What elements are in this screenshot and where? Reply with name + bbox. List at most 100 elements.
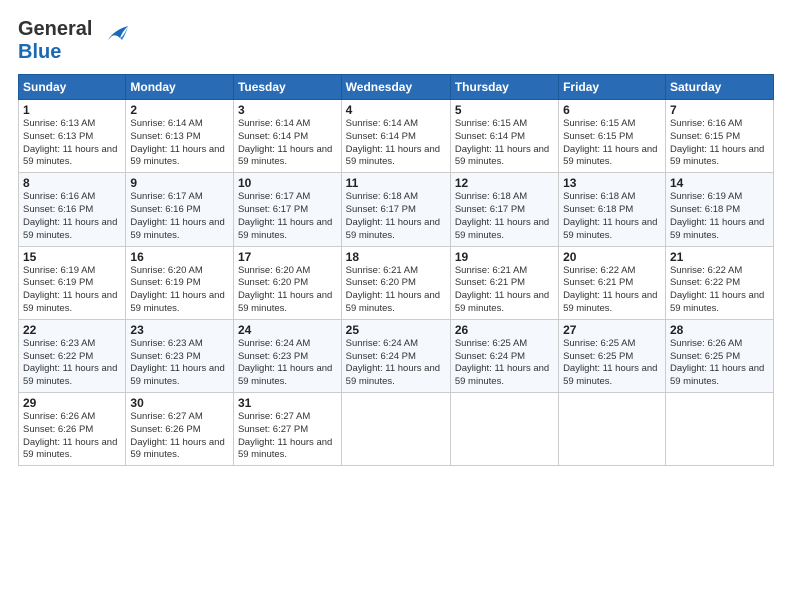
sunrise-label: Sunrise: 6:20 AM [238,265,310,276]
week-row-4: 22 Sunrise: 6:23 AM Sunset: 6:22 PM Dayl… [19,319,774,392]
sunset-label: Sunset: 6:26 PM [130,424,200,435]
sunset-label: Sunset: 6:23 PM [238,351,308,362]
sunset-label: Sunset: 6:19 PM [130,277,200,288]
daylight-label: Daylight: 11 hours and 59 minutes. [238,437,332,461]
sunset-label: Sunset: 6:17 PM [346,204,416,215]
day-number: 31 [238,396,337,410]
calendar-cell: 23 Sunrise: 6:23 AM Sunset: 6:23 PM Dayl… [126,319,234,392]
day-info: Sunrise: 6:15 AM Sunset: 6:14 PM Dayligh… [455,118,554,169]
daylight-label: Daylight: 11 hours and 59 minutes. [346,363,440,387]
day-info: Sunrise: 6:13 AM Sunset: 6:13 PM Dayligh… [23,118,121,169]
daylight-label: Daylight: 11 hours and 59 minutes. [670,217,764,241]
day-info: Sunrise: 6:19 AM Sunset: 6:18 PM Dayligh… [670,191,769,242]
day-number: 6 [563,103,661,117]
sunset-label: Sunset: 6:25 PM [563,351,633,362]
daylight-label: Daylight: 11 hours and 59 minutes. [130,144,224,168]
calendar-cell: 28 Sunrise: 6:26 AM Sunset: 6:25 PM Dayl… [665,319,773,392]
daylight-label: Daylight: 11 hours and 59 minutes. [455,144,549,168]
sunset-label: Sunset: 6:21 PM [455,277,525,288]
calendar-cell: 27 Sunrise: 6:25 AM Sunset: 6:25 PM Dayl… [559,319,666,392]
sunset-label: Sunset: 6:15 PM [670,131,740,142]
day-number: 14 [670,176,769,190]
daylight-label: Daylight: 11 hours and 59 minutes. [563,363,657,387]
daylight-label: Daylight: 11 hours and 59 minutes. [670,144,764,168]
calendar-cell [450,393,558,466]
sunset-label: Sunset: 6:15 PM [563,131,633,142]
day-number: 29 [23,396,121,410]
sunrise-label: Sunrise: 6:15 AM [563,118,635,129]
day-number: 27 [563,323,661,337]
sunset-label: Sunset: 6:20 PM [346,277,416,288]
sunset-label: Sunset: 6:16 PM [130,204,200,215]
calendar-cell: 7 Sunrise: 6:16 AM Sunset: 6:15 PM Dayli… [665,100,773,173]
sunrise-label: Sunrise: 6:24 AM [346,338,418,349]
sunrise-label: Sunrise: 6:22 AM [670,265,742,276]
sunrise-label: Sunrise: 6:19 AM [23,265,95,276]
sunset-label: Sunset: 6:18 PM [670,204,740,215]
calendar-cell: 16 Sunrise: 6:20 AM Sunset: 6:19 PM Dayl… [126,246,234,319]
calendar-cell: 14 Sunrise: 6:19 AM Sunset: 6:18 PM Dayl… [665,173,773,246]
day-number: 16 [130,250,229,264]
day-number: 25 [346,323,446,337]
sunset-label: Sunset: 6:24 PM [346,351,416,362]
day-of-week-header-row: SundayMondayTuesdayWednesdayThursdayFrid… [19,75,774,100]
daylight-label: Daylight: 11 hours and 59 minutes. [238,363,332,387]
sunset-label: Sunset: 6:25 PM [670,351,740,362]
sunset-label: Sunset: 6:19 PM [23,277,93,288]
day-number: 23 [130,323,229,337]
daylight-label: Daylight: 11 hours and 59 minutes. [670,363,764,387]
day-info: Sunrise: 6:22 AM Sunset: 6:22 PM Dayligh… [670,265,769,316]
sunrise-label: Sunrise: 6:23 AM [23,338,95,349]
sunset-label: Sunset: 6:14 PM [238,131,308,142]
day-info: Sunrise: 6:19 AM Sunset: 6:19 PM Dayligh… [23,265,121,316]
calendar-cell: 31 Sunrise: 6:27 AM Sunset: 6:27 PM Dayl… [233,393,341,466]
daylight-label: Daylight: 11 hours and 59 minutes. [130,437,224,461]
calendar-cell: 5 Sunrise: 6:15 AM Sunset: 6:14 PM Dayli… [450,100,558,173]
daylight-label: Daylight: 11 hours and 59 minutes. [23,217,117,241]
logo-general: General [18,18,92,40]
calendar-cell: 9 Sunrise: 6:17 AM Sunset: 6:16 PM Dayli… [126,173,234,246]
day-number: 17 [238,250,337,264]
day-number: 22 [23,323,121,337]
calendar-cell: 24 Sunrise: 6:24 AM Sunset: 6:23 PM Dayl… [233,319,341,392]
sunrise-label: Sunrise: 6:13 AM [23,118,95,129]
day-info: Sunrise: 6:26 AM Sunset: 6:26 PM Dayligh… [23,411,121,462]
sunrise-label: Sunrise: 6:27 AM [238,411,310,422]
day-info: Sunrise: 6:26 AM Sunset: 6:25 PM Dayligh… [670,338,769,389]
daylight-label: Daylight: 11 hours and 59 minutes. [455,217,549,241]
day-number: 15 [23,250,121,264]
day-number: 24 [238,323,337,337]
day-number: 2 [130,103,229,117]
dow-header-monday: Monday [126,75,234,100]
sunset-label: Sunset: 6:17 PM [238,204,308,215]
daylight-label: Daylight: 11 hours and 59 minutes. [563,217,657,241]
day-number: 1 [23,103,121,117]
sunrise-label: Sunrise: 6:16 AM [23,191,95,202]
sunrise-label: Sunrise: 6:17 AM [130,191,202,202]
day-number: 30 [130,396,229,410]
calendar-cell: 19 Sunrise: 6:21 AM Sunset: 6:21 PM Dayl… [450,246,558,319]
sunset-label: Sunset: 6:14 PM [346,131,416,142]
calendar-cell: 3 Sunrise: 6:14 AM Sunset: 6:14 PM Dayli… [233,100,341,173]
calendar-cell: 15 Sunrise: 6:19 AM Sunset: 6:19 PM Dayl… [19,246,126,319]
sunrise-label: Sunrise: 6:20 AM [130,265,202,276]
day-info: Sunrise: 6:20 AM Sunset: 6:20 PM Dayligh… [238,265,337,316]
day-number: 8 [23,176,121,190]
calendar-cell: 11 Sunrise: 6:18 AM Sunset: 6:17 PM Dayl… [341,173,450,246]
calendar-table: SundayMondayTuesdayWednesdayThursdayFrid… [18,74,774,466]
page: General Blue SundayMondayTuesdayWednesda… [0,0,792,612]
day-info: Sunrise: 6:27 AM Sunset: 6:27 PM Dayligh… [238,411,337,462]
daylight-label: Daylight: 11 hours and 59 minutes. [130,363,224,387]
calendar-cell: 1 Sunrise: 6:13 AM Sunset: 6:13 PM Dayli… [19,100,126,173]
day-number: 19 [455,250,554,264]
daylight-label: Daylight: 11 hours and 59 minutes. [238,290,332,314]
day-info: Sunrise: 6:27 AM Sunset: 6:26 PM Dayligh… [130,411,229,462]
day-number: 11 [346,176,446,190]
dow-header-sunday: Sunday [19,75,126,100]
calendar-cell: 29 Sunrise: 6:26 AM Sunset: 6:26 PM Dayl… [19,393,126,466]
sunrise-label: Sunrise: 6:21 AM [346,265,418,276]
day-number: 7 [670,103,769,117]
day-info: Sunrise: 6:18 AM Sunset: 6:18 PM Dayligh… [563,191,661,242]
day-number: 13 [563,176,661,190]
sunset-label: Sunset: 6:17 PM [455,204,525,215]
